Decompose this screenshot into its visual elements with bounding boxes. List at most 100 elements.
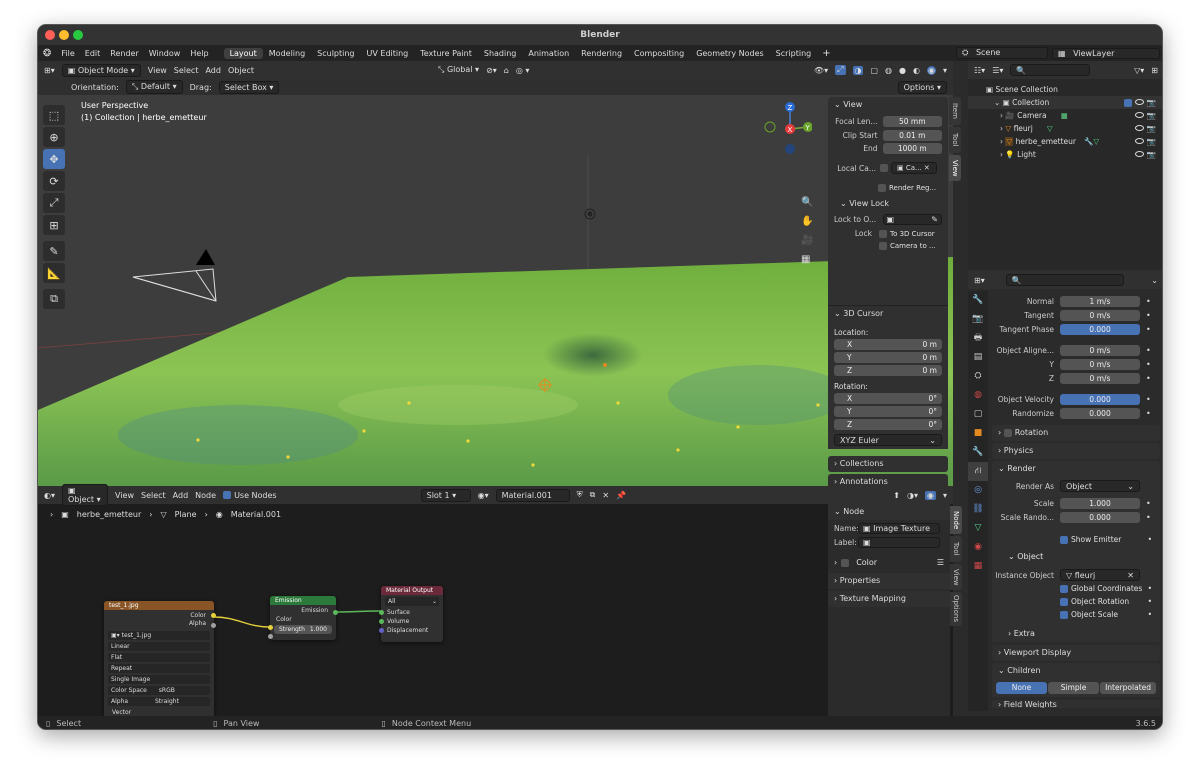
emission-color-socket[interactable] [268,625,273,630]
tool-tab-icon[interactable]: 🔧 [968,291,988,310]
camera-view-icon[interactable]: 🎥 [801,231,813,250]
output-target-dropdown[interactable]: All ⌄ [385,597,439,606]
cursor-rot-x[interactable]: X 0° [834,393,942,404]
node-tab-tool[interactable]: Tool [950,536,962,562]
particles-tab-icon[interactable]: ⛙ [968,462,988,481]
camera-to-view-checkbox[interactable] [879,242,887,250]
object-tab-icon[interactable]: ■ [968,424,988,443]
image-selector[interactable]: ▣▾ test_1.jpg [108,631,210,640]
color-list-icon[interactable]: ☰ [937,558,944,567]
emission-node[interactable]: Emission Emission Color Strength 1.000 [268,596,338,640]
snap-icon[interactable]: ⌂ [504,66,509,75]
grid-ortho-icon[interactable]: ▦ [801,250,813,269]
scene-selector[interactable]: ⛭ Scene [956,47,1048,59]
ne-parent-icon[interactable]: ⬆ [893,491,900,500]
cursor-panel-header[interactable]: ⌄ 3D Cursor [828,306,948,322]
interpolation-dropdown[interactable]: Linear [108,642,210,651]
view-panel-header[interactable]: ⌄ View [828,97,948,113]
ne-snap-options-icon[interactable]: ▾ [943,491,947,500]
menu-edit[interactable]: Edit [80,49,106,58]
xray-icon[interactable]: ▢ [870,66,878,75]
emission-node-header[interactable]: Emission [270,596,336,605]
select-box-tool-icon[interactable]: ⬚ [43,105,65,125]
render-section[interactable]: ⌄ Render [992,461,1160,477]
close-button[interactable] [45,30,55,40]
visibility-icon[interactable]: 👁▾ [814,66,828,75]
instance-object-field[interactable]: ▽ fleurj ✕ [1060,569,1140,581]
properties-type-icon[interactable]: ⊞▾ [974,276,985,285]
children-interpolated-option[interactable]: Interpolated [1100,682,1157,694]
viewport-scene[interactable] [38,95,953,486]
light-visibility-icon[interactable] [1135,151,1145,157]
node-panel-header[interactable]: ⌄ Node [828,504,950,520]
editor-type-icon[interactable]: ⊞▾ [44,66,55,75]
transform-tool-icon[interactable]: ⊞ [43,215,65,235]
data-tab-icon[interactable]: ▽ [968,519,988,538]
shading-material-icon[interactable]: ◐ [913,66,920,75]
zoom-button[interactable] [73,30,83,40]
show-emitter-checkbox[interactable] [1060,535,1068,544]
properties-search[interactable]: 🔍 [1005,274,1124,286]
vp-menu-add[interactable]: Add [205,66,221,75]
node-label-field[interactable]: ▣ [858,537,940,548]
ne-overlay-icon[interactable]: ◑▾ [907,491,918,500]
camera-visibility-icon[interactable] [1135,112,1145,118]
new-collection-icon[interactable]: ⊞ [1151,66,1158,75]
viewport-display-section[interactable]: › Viewport Display [992,645,1160,661]
object-scale-checkbox[interactable] [1060,610,1068,619]
options-dropdown[interactable]: Options ▾ [897,80,947,94]
blender-logo-icon[interactable]: ❂ [38,48,56,59]
object-subsection[interactable]: ⌄ Object [992,552,1160,561]
render-tab-icon[interactable]: 📷 [968,310,988,329]
object-aligned-x-field[interactable]: 0 m/s [1060,345,1140,356]
object-velocity-field[interactable]: 0.000 [1060,394,1140,405]
viewlayer-selector[interactable]: ▦ ViewLayer [1052,47,1160,59]
proportional-icon[interactable]: ◎ ▾ [516,66,530,75]
extra-subsection[interactable]: › Extra [992,629,1160,638]
tab-scripting[interactable]: Scripting [770,48,818,59]
outliner-filter-icon[interactable]: ▽▾ [1134,66,1144,75]
focal-length-field[interactable]: 50 mm [882,116,942,127]
children-none-option[interactable]: None [996,682,1048,694]
alpha-mode-dropdown[interactable]: Alpha Straight [108,697,210,706]
annotate-tool-icon[interactable]: ✎ [43,241,65,261]
children-section[interactable]: ⌄ Children [992,663,1160,679]
rotation-section[interactable]: › Rotation [992,425,1160,441]
image-node-header[interactable]: test_1.jpg [104,601,214,610]
vp-menu-select[interactable]: Select [174,66,199,75]
world-tab-icon[interactable]: ◍ [968,386,988,405]
viewport-area[interactable]: ⊞▾ ▣ Object Mode ▾ View Select Add Objec… [38,61,961,490]
local-camera-field[interactable]: ▣ Ca... ✕ [891,162,937,174]
cursor-rot-z[interactable]: Z 0° [834,419,942,430]
menu-help[interactable]: Help [185,49,213,58]
tab-sculpting[interactable]: Sculpting [311,48,360,59]
normal-field[interactable]: 1 m/s [1060,296,1140,307]
measure-tool-icon[interactable]: 📐 [43,263,65,283]
shading-solid-icon[interactable]: ● [899,66,906,75]
cursor-loc-x[interactable]: X 0 m [834,339,942,350]
npanel-tab-tool[interactable]: Tool [949,127,961,153]
scale-field[interactable]: 1.000 [1060,498,1140,509]
shading-rendered-icon[interactable]: ◉ [927,65,936,75]
cursor-tool-icon[interactable]: ⊕ [43,127,65,147]
cursor-rot-y[interactable]: Y 0° [834,406,942,417]
node-tab-view[interactable]: View [950,564,962,590]
material-tab-icon[interactable]: ◉ [968,538,988,557]
herbe-visibility-icon[interactable] [1135,138,1145,144]
physics-section[interactable]: › Physics [992,443,1160,459]
outliner-light[interactable]: › 💡 Light 📷 [986,148,1162,161]
minimize-button[interactable] [59,30,69,40]
surface-socket[interactable] [379,610,384,615]
displacement-socket[interactable] [379,628,384,633]
outliner-herbe-emetteur[interactable]: › ▽ herbe_emetteur 🔧▽ 📷 [986,135,1162,148]
transform-space-dropdown[interactable]: ⤡ Global ▾ [438,65,479,75]
rotation-mode-dropdown[interactable]: XYZ Euler ⌄ [834,434,942,446]
view-layer-tab-icon[interactable]: ▤ [968,348,988,367]
pivot-icon[interactable]: ⊘▾ [486,66,497,75]
drag-dropdown[interactable]: Select Box ▾ [218,80,280,94]
cursor-loc-z[interactable]: Z 0 m [834,365,942,376]
tab-geometry-nodes[interactable]: Geometry Nodes [690,48,769,59]
shading-wire-icon[interactable]: ◍ [885,66,892,75]
tangent-field[interactable]: 0 m/s [1060,310,1140,321]
outliner-camera[interactable]: › 🎥 Camera ■ 📷 [986,109,1162,122]
